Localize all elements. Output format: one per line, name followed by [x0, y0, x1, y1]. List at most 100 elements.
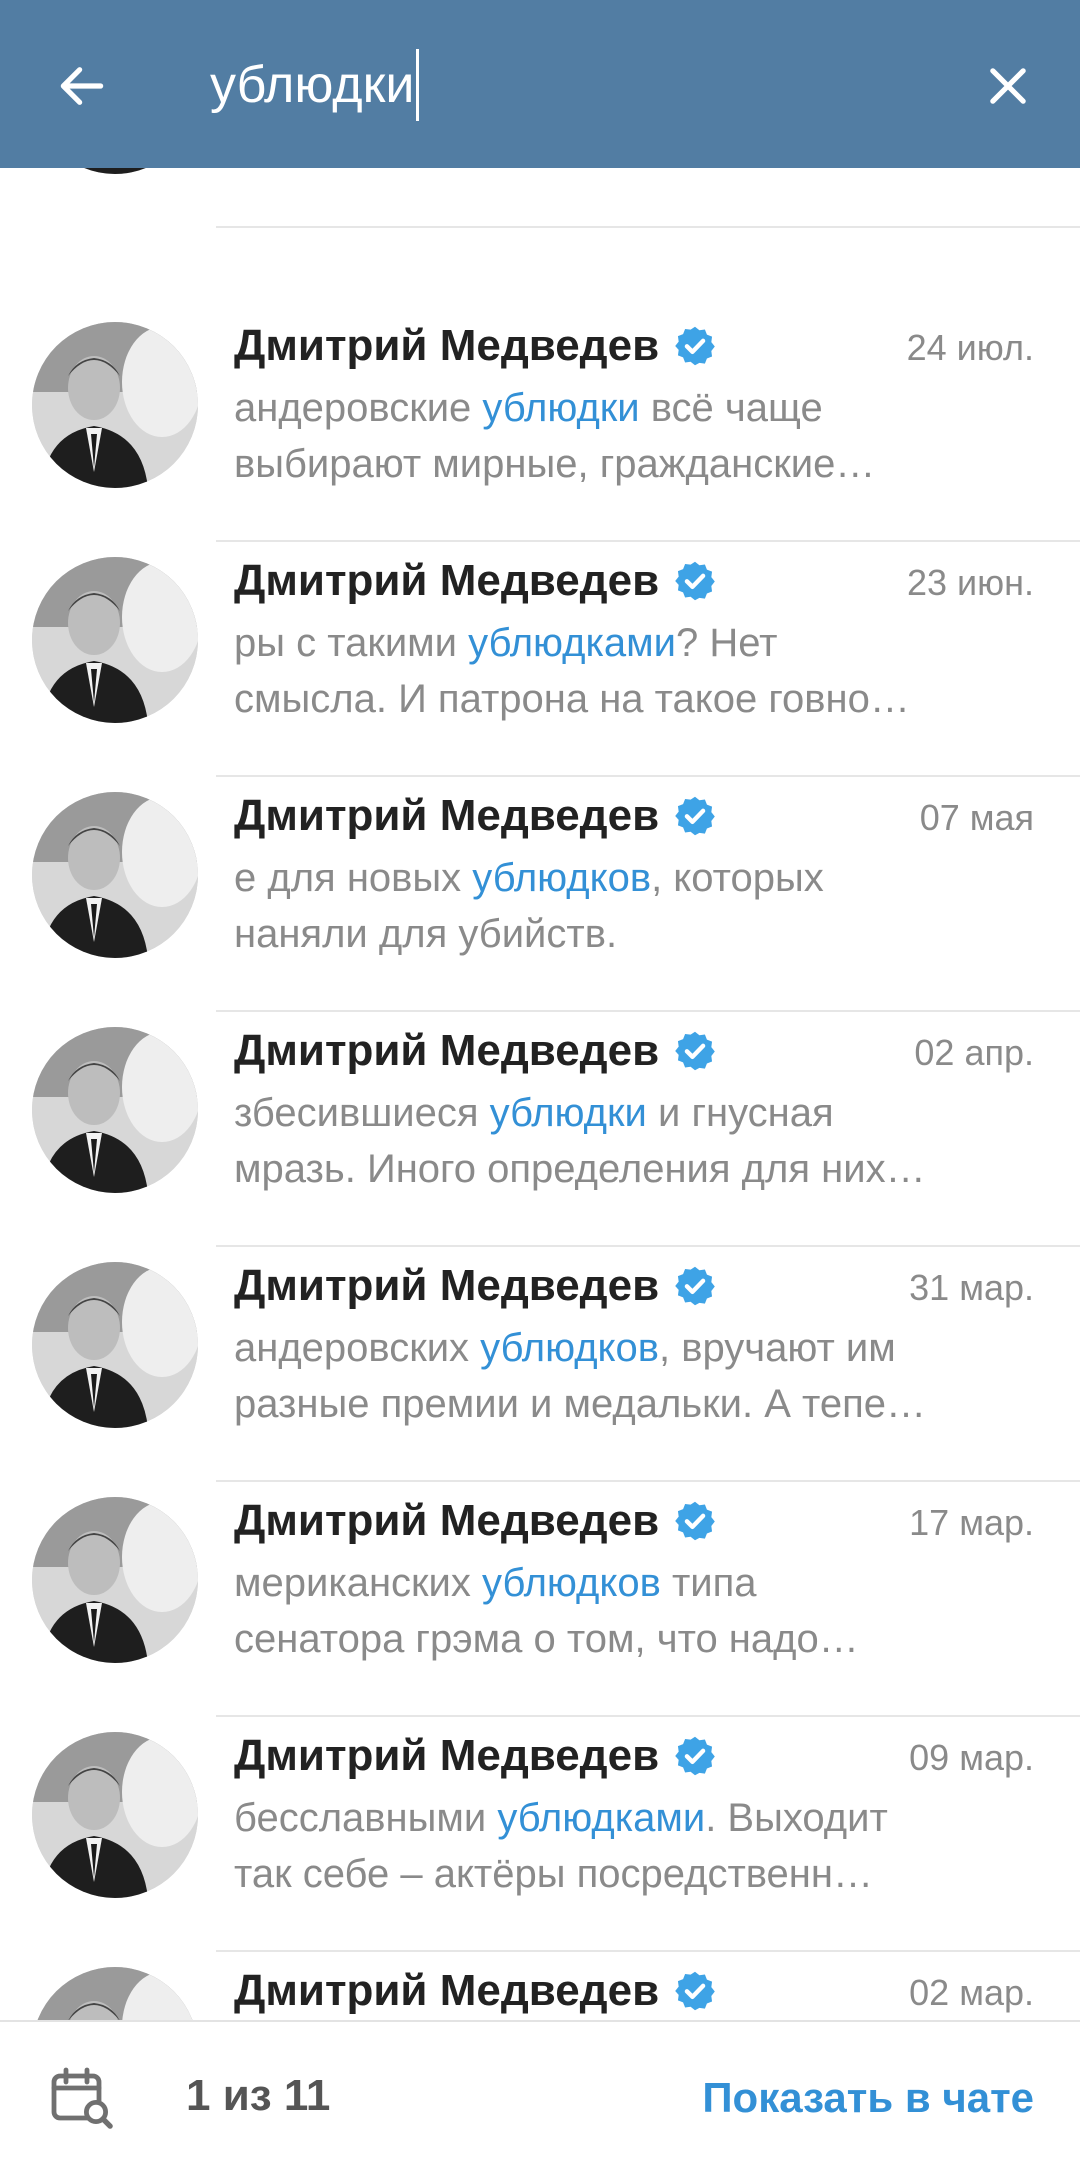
avatar [32, 1027, 198, 1193]
snippet-line: смысла. И патрона на такое говно… [234, 677, 910, 721]
verified-badge-icon [673, 1969, 717, 2013]
search-match-highlight: ублюдками [497, 1796, 706, 1840]
divider [216, 775, 1080, 777]
sender-name-text: Дмитрий Медведев [234, 1731, 660, 1780]
arrow-left-icon [60, 67, 104, 105]
sender-name: Дмитрий Медведев [234, 1726, 717, 1786]
snippet-line: выбирают мирные, гражданские… [234, 442, 876, 486]
search-match-highlight: ублюдки [482, 386, 640, 430]
close-icon [990, 68, 1026, 104]
text-cursor [416, 49, 420, 121]
avatar [32, 322, 198, 488]
avatar [32, 792, 198, 958]
divider [216, 1950, 1080, 1952]
snippet-line: сенатора грэма о том, что надо… [234, 1617, 859, 1661]
message-snippet: збесившиеся ублюдки и гнусная мразь. Иног… [234, 1085, 1034, 1197]
divider [216, 1480, 1080, 1482]
search-match-highlight: ублюдками [468, 621, 676, 665]
snippet-text: андеровские [234, 386, 483, 430]
snippet-line: мразь. Иного определения для них… [234, 1147, 926, 1191]
snippet-text: андеровских [234, 1326, 481, 1370]
snippet-text: ры с такими [234, 621, 469, 665]
verified-badge-icon [673, 1499, 717, 1543]
message-snippet: андеровские ублюдки всё чаще выбирают мир… [234, 380, 1034, 492]
sender-name-text: Дмитрий Медведев [234, 321, 660, 370]
search-result-item[interactable]: Дмитрий Медведев 02 мар. [0, 1953, 1080, 2020]
snippet-line: наняли для убийств. [234, 912, 618, 956]
avatar [32, 557, 198, 723]
divider [216, 1245, 1080, 1247]
message-date: 17 мар. [909, 1502, 1034, 1543]
sender-name: Дмитрий Медведев [234, 1256, 717, 1316]
search-result-item[interactable]: Дмитрий Медведев 17 мар. мериканских ублюд… [0, 1483, 1080, 1717]
divider [216, 540, 1080, 542]
message-snippet: андеровских ублюдков, вручают им разные п… [234, 1320, 1034, 1432]
sender-name-text: Дмитрий Медведев [234, 1261, 660, 1310]
avatar [32, 1967, 198, 2020]
search-match-highlight: ублюдков [480, 1326, 659, 1370]
snippet-text: . Выходит [705, 1796, 888, 1840]
search-navigation-bar: 1 из 11 Показать в чате [0, 2020, 1080, 2171]
search-result-item[interactable]: Дмитрий Медведев 24 июл. андеровские ублюд… [0, 308, 1080, 542]
message-date: 23 июн. [906, 562, 1034, 603]
message-date: 02 апр. [914, 1032, 1034, 1073]
search-result-item[interactable]: Дмитрий Медведев 23 июн. ры с такими ублюд… [0, 543, 1080, 777]
verified-badge-icon [673, 1264, 717, 1308]
sender-name-text: Дмитрий Медведев [234, 1966, 660, 2015]
divider [216, 1010, 1080, 1012]
sender-name: Дмитрий Медведев [234, 786, 717, 846]
message-snippet: ры с такими ублюдками? Нет смысла. И патр… [234, 615, 1034, 727]
message-date: 24 июл. [906, 327, 1034, 368]
snippet-text: мериканских [234, 1561, 483, 1605]
back-button[interactable] [40, 44, 124, 128]
snippet-text: типа [660, 1561, 757, 1605]
avatar [32, 1262, 198, 1428]
sender-name: Дмитрий Медведев [234, 551, 717, 611]
message-snippet: бесславными ублюдками. Выходит так себе –… [234, 1790, 1034, 1902]
search-results-list: Ублюдки и выродки понимаюттолько жестоко… [0, 0, 1080, 2020]
result-counter: 1 из 11 [186, 2071, 331, 2120]
snippet-line: мериканских ублюдков типа [234, 1555, 1034, 1611]
sender-name-text: Дмитрий Медведев [234, 1026, 660, 1075]
search-result-item[interactable]: Дмитрий Медведев 31 мар. андеровских ублюд… [0, 1248, 1080, 1482]
calendar-button[interactable] [36, 2052, 126, 2142]
search-match-highlight: ублюдков [472, 856, 652, 900]
snippet-line: збесившиеся ублюдки и гнусная [234, 1085, 1034, 1141]
clear-search-button[interactable] [966, 44, 1050, 128]
message-date: 31 мар. [909, 1267, 1034, 1308]
sender-name: Дмитрий Медведев [234, 1021, 717, 1081]
snippet-line: так себе – актёры посредственн… [234, 1852, 873, 1896]
snippet-text: , которых [651, 856, 824, 900]
search-result-item[interactable]: Дмитрий Медведев 09 мар. бесславными ублюд… [0, 1718, 1080, 1952]
search-query: ублюдки [210, 56, 415, 114]
avatar [32, 1732, 198, 1898]
snippet-line: ры с такими ублюдками? Нет [234, 615, 1034, 671]
avatar [32, 1497, 198, 1663]
message-snippet: е для новых ублюдков, которых наняли для … [234, 850, 1034, 962]
show-in-chat-button[interactable]: Показать в чате [702, 2068, 1034, 2128]
sender-name-text: Дмитрий Медведев [234, 1496, 660, 1545]
verified-badge-icon [673, 1734, 717, 1778]
divider [216, 1715, 1080, 1717]
snippet-line: андеровские ублюдки всё чаще [234, 380, 1034, 436]
message-date: 02 мар. [909, 1972, 1034, 2013]
snippet-text: , вручают им [658, 1326, 896, 1370]
verified-badge-icon [673, 1029, 717, 1073]
search-input[interactable]: ублюдки [210, 40, 910, 130]
snippet-text: всё чаще [639, 386, 823, 430]
sender-name-text: Дмитрий Медведев [234, 556, 660, 605]
sender-name: Дмитрий Медведев [234, 1961, 717, 2020]
snippet-text: ? Нет [675, 621, 778, 665]
message-snippet: мериканских ублюдков типа сенатора грэма … [234, 1555, 1034, 1667]
snippet-text: збесившиеся [234, 1091, 490, 1135]
search-match-highlight: ублюдки [489, 1091, 647, 1135]
divider [216, 226, 1080, 228]
search-result-item[interactable]: Дмитрий Медведев 02 апр. збесившиеся ублюд… [0, 1013, 1080, 1247]
search-result-item[interactable]: Дмитрий Медведев 07 мая е для новых ублюдк… [0, 778, 1080, 1012]
snippet-text: бесславными [234, 1796, 498, 1840]
sender-name-text: Дмитрий Медведев [234, 791, 660, 840]
search-header: ублюдки [0, 0, 1080, 168]
verified-badge-icon [673, 324, 717, 368]
verified-badge-icon [673, 794, 717, 838]
search-match-highlight: ублюдков [482, 1561, 661, 1605]
